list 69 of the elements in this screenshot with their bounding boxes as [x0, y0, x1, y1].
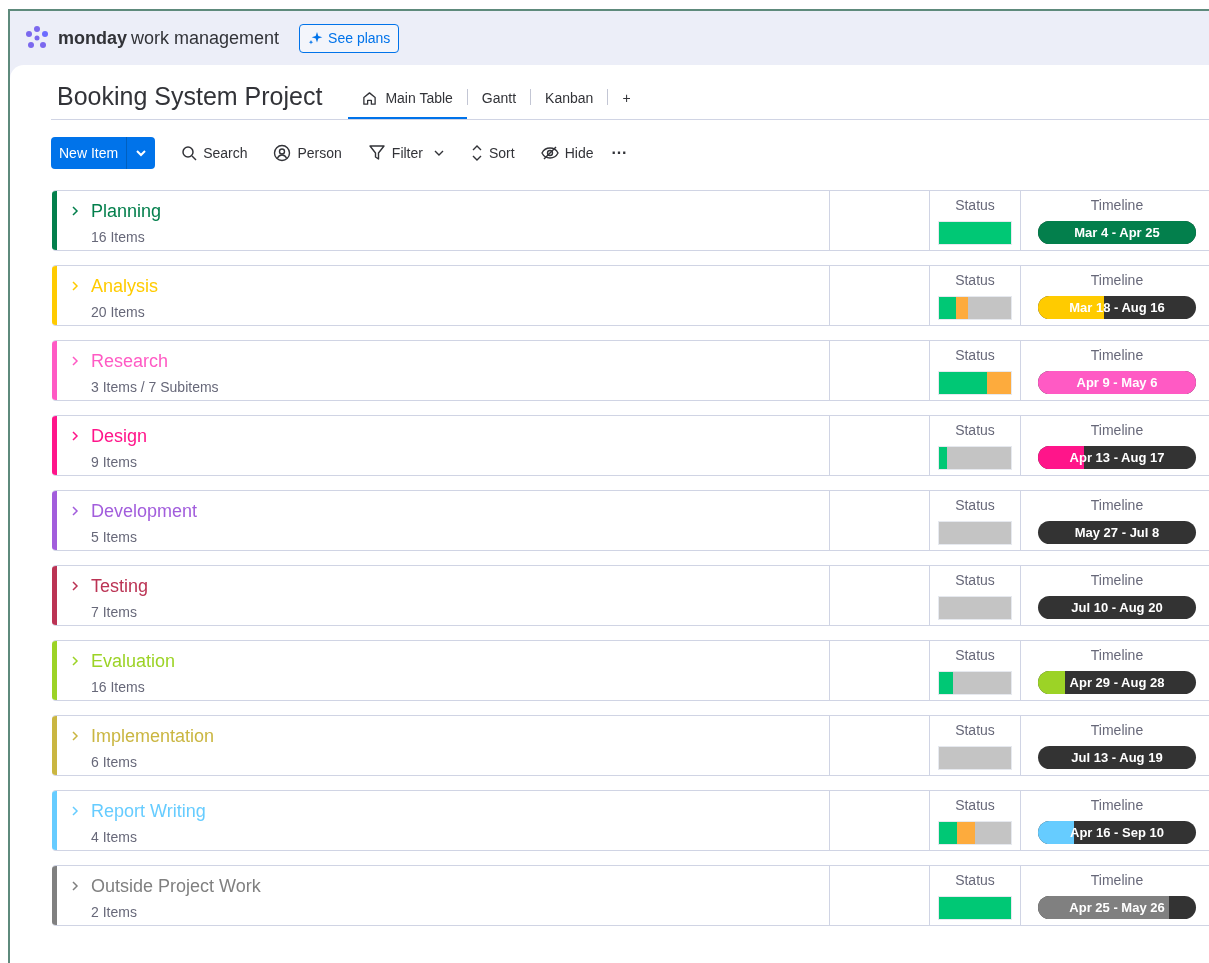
see-plans-button[interactable]: See plans: [299, 23, 400, 53]
group-title[interactable]: Outside Project Work: [91, 874, 261, 898]
home-icon: [362, 90, 378, 106]
more-button[interactable]: ···: [611, 141, 628, 165]
column-header: Status: [955, 796, 995, 815]
column-header: Status: [955, 271, 995, 290]
toolbar-button[interactable]: Search: [181, 142, 248, 164]
column-header: Timeline: [1090, 496, 1144, 515]
column-header: Timeline: [1090, 646, 1144, 665]
column-header: Status: [955, 196, 995, 215]
column-header: Timeline: [1090, 346, 1144, 365]
board-title: Booking System Project: [56, 80, 323, 112]
app-subtitle: work management: [131, 26, 280, 50]
item-count: 7 Items: [91, 603, 138, 622]
column-header: Timeline: [1090, 271, 1144, 290]
column-header: Status: [955, 646, 995, 665]
column-header: Status: [955, 721, 995, 740]
timeline-pill[interactable]: Jul 13 - Aug 19: [1038, 746, 1196, 769]
item-count: 16 Items: [91, 678, 146, 697]
view-tab[interactable]: Main Table: [348, 79, 467, 119]
view-tab[interactable]: Gantt: [467, 79, 531, 119]
toolbar-button[interactable]: Filter: [367, 142, 423, 164]
column-header: Timeline: [1090, 421, 1144, 440]
person-icon: [273, 144, 292, 162]
timeline-pill[interactable]: Jul 10 - Aug 20: [1038, 596, 1196, 619]
column-header: Status: [955, 346, 995, 365]
timeline-pill[interactable]: Apr 29 - Aug 28: [1038, 671, 1196, 694]
search-icon: [181, 145, 198, 161]
column-header: Status: [955, 571, 995, 590]
column-header: Timeline: [1090, 721, 1144, 740]
item-count: 20 Items: [91, 303, 146, 322]
new-item-button[interactable]: New Item: [51, 137, 156, 169]
timeline-pill[interactable]: Apr 25 - May 26: [1038, 896, 1196, 919]
column-header: Timeline: [1090, 196, 1144, 215]
group-title[interactable]: Testing: [91, 574, 149, 598]
group-title[interactable]: Development: [91, 499, 198, 523]
column-header: Timeline: [1090, 571, 1144, 590]
chevron-right-icon[interactable]: [71, 356, 79, 366]
toolbar-button[interactable]: Sort: [470, 142, 515, 164]
column-header: Status: [955, 871, 995, 890]
column-header: Timeline: [1090, 871, 1144, 890]
app-name: monday: [58, 26, 127, 50]
item-count: 4 Items: [91, 828, 138, 847]
item-count: 5 Items: [91, 528, 138, 547]
chevron-right-icon[interactable]: [71, 206, 79, 216]
column-header: Status: [955, 496, 995, 515]
chevron-right-icon[interactable]: [71, 431, 79, 441]
item-count: 6 Items: [91, 753, 138, 772]
item-count: 16 Items: [91, 228, 146, 247]
item-count: 3 Items / 7 Subitems: [91, 378, 219, 397]
sort-icon: [470, 144, 483, 162]
chevron-right-icon[interactable]: [71, 881, 79, 891]
group-title[interactable]: Design: [91, 424, 148, 448]
item-count: 2 Items: [91, 903, 138, 922]
timeline-pill[interactable]: May 27 - Jul 8: [1038, 521, 1196, 544]
chevron-right-icon[interactable]: [71, 581, 79, 591]
column-header: Timeline: [1090, 796, 1144, 815]
timeline-pill[interactable]: Mar 4 - Apr 25: [1038, 221, 1196, 244]
group-title[interactable]: Planning: [91, 199, 162, 223]
item-count: 9 Items: [91, 453, 138, 472]
chevron-right-icon[interactable]: [71, 506, 79, 516]
view-tab[interactable]: Kanban: [531, 79, 608, 119]
logo-icon: [24, 26, 50, 50]
toolbar-button[interactable]: Person: [273, 142, 342, 164]
toolbar-button[interactable]: Hide: [540, 142, 594, 164]
filter-icon: [367, 144, 386, 162]
view-tab[interactable]: +: [608, 79, 645, 119]
column-header: Status: [955, 421, 995, 440]
hidden-eye-icon: [540, 144, 559, 162]
